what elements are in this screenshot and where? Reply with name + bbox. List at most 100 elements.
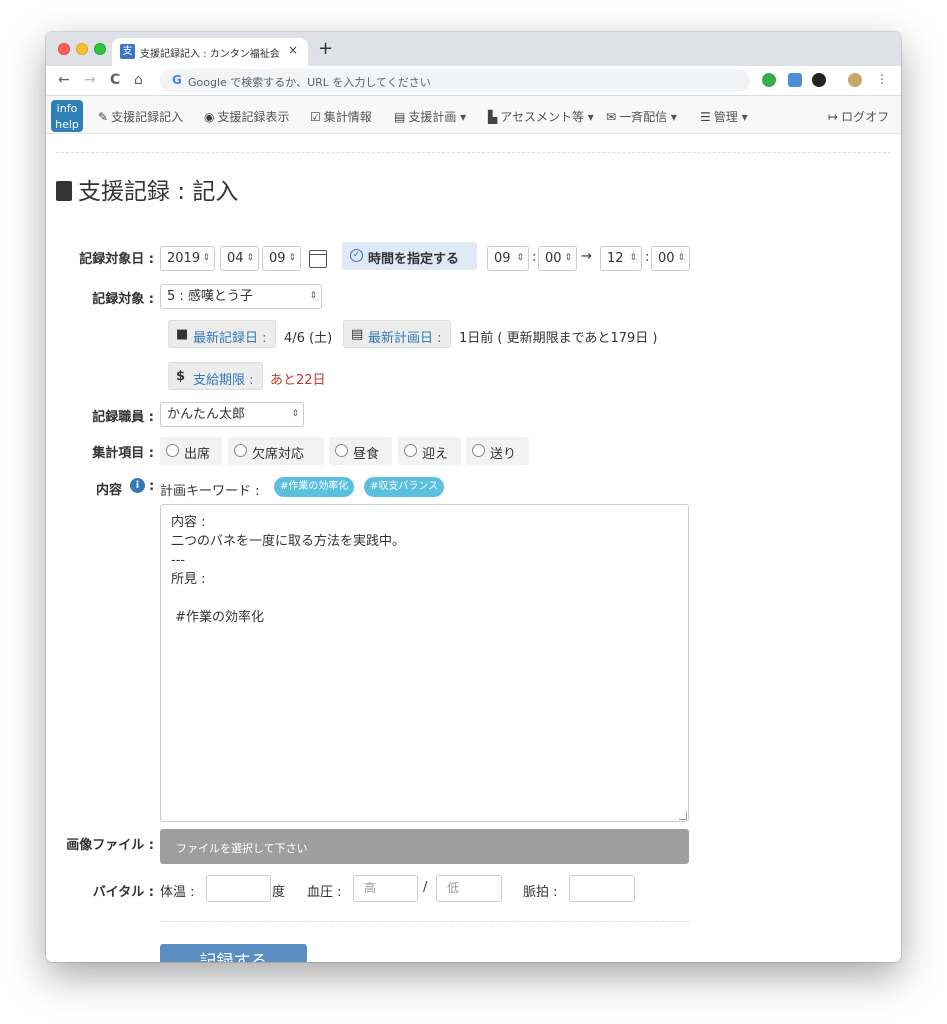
profile-avatar-icon[interactable] <box>848 73 862 87</box>
new-tab-button[interactable]: + <box>318 38 333 59</box>
subject-select[interactable]: 5 : 感嘆とう子 ⇕ <box>160 284 322 309</box>
temperature-input[interactable] <box>206 875 271 902</box>
pulse-label: 脈拍 : <box>523 885 558 900</box>
tally-item-label: 欠席対応 <box>252 447 305 462</box>
browser-toolbar: ← → C ⌂ G Google で検索するか、URL を入力してください ⋮ <box>46 66 901 96</box>
resize-handle-icon[interactable] <box>679 812 687 820</box>
temp-unit: 度 <box>272 885 286 900</box>
nav-support-record-entry[interactable]: ✎ 支援記録記入 <box>98 108 183 125</box>
bp-low-placeholder: 低 <box>447 881 460 895</box>
day-select[interactable]: 09 ⇕ <box>262 246 301 271</box>
select-arrows-icon: ⇕ <box>291 409 299 419</box>
bp-high-placeholder: 高 <box>364 881 377 895</box>
date-label: 記録対象日 : <box>79 252 154 267</box>
info-icon[interactable]: i <box>130 478 145 493</box>
bp-high-input[interactable]: 高 <box>353 875 418 902</box>
pulse-input[interactable] <box>569 875 635 902</box>
pencil-icon: ✎ <box>98 110 109 124</box>
time-colon: : <box>645 250 650 265</box>
dark-extension-icon[interactable] <box>812 73 826 87</box>
latest-record-label: 最新記録日 : <box>193 331 267 346</box>
bp-label: 血圧 : <box>307 885 342 900</box>
browser-window: 支 支援記録記入 : カンタン福祉会 × + ← → C ⌂ G Google … <box>46 32 901 962</box>
day-value: 09 <box>269 251 286 266</box>
minimize-window-button[interactable] <box>76 43 88 55</box>
tally-checkbox-lunch[interactable]: 昼食 <box>329 437 392 465</box>
file-button-label: ファイルを選択して下さい <box>176 842 308 855</box>
year-select[interactable]: 2019 ⇕ <box>160 246 215 271</box>
menu-kebab-icon[interactable]: ⋮ <box>876 72 888 86</box>
divider <box>160 921 689 922</box>
submit-record-button[interactable]: 記録する <box>160 944 307 962</box>
nav-label: ログオフ <box>841 110 890 124</box>
address-placeholder: Google で検索するか、URL を入力してください <box>188 76 431 89</box>
select-arrows-icon: ⇕ <box>516 253 524 263</box>
content-textarea[interactable]: 内容 : 二つのバネを一度に取る方法を実践中。 --- 所見 : #作業の効率化 <box>160 504 689 822</box>
start-hour-value: 09 <box>494 251 511 266</box>
nav-assessment[interactable]: ▙ アセスメント等 ▾ <box>488 108 594 125</box>
time-toggle-label: 時間を指定する <box>368 252 460 267</box>
end-min-value: 00 <box>658 251 675 266</box>
browser-tab[interactable]: 支 支援記録記入 : カンタン福祉会 × <box>112 38 308 66</box>
end-hour-select[interactable]: 12 ⇕ <box>600 246 642 271</box>
nav-tally-info[interactable]: ☑ 集計情報 <box>310 108 372 125</box>
staff-value: かんたん太郎 <box>167 407 246 422</box>
file-select-button[interactable]: ファイルを選択して下さい <box>160 829 689 864</box>
home-icon[interactable]: ⌂ <box>134 72 143 88</box>
forward-arrow-icon[interactable]: → <box>84 72 96 88</box>
keyword-tag[interactable]: #作業の効率化 <box>274 477 355 497</box>
calendar-icon[interactable] <box>309 250 327 268</box>
subject-label: 記録対象 : <box>92 292 154 307</box>
list-alt-icon: ▤ <box>394 110 406 124</box>
staff-select[interactable]: かんたん太郎 ⇕ <box>160 402 304 427</box>
tally-item-label: 迎え <box>422 447 449 462</box>
nav-label: 支援記録表示 <box>217 110 290 124</box>
start-min-value: 00 <box>545 251 562 266</box>
check-square-icon: ☑ <box>310 110 321 124</box>
nav-support-record-view[interactable]: ◉ 支援記録表示 <box>204 108 290 125</box>
nav-broadcast[interactable]: ✉ 一斉配信 ▾ <box>606 108 677 125</box>
nav-label: 管理 ▾ <box>713 110 748 124</box>
start-min-select[interactable]: 00 ⇕ <box>538 246 577 271</box>
time-colon: : <box>532 250 537 265</box>
reload-icon[interactable]: C <box>110 72 120 88</box>
tally-checkbox-attendance[interactable]: 出席 <box>160 437 222 465</box>
nav-label: 支援計画 ▾ <box>408 110 467 124</box>
google-icon: G <box>172 73 182 87</box>
keyword-tag[interactable]: #収支バランス <box>364 477 445 497</box>
supply-limit-value: あと22日 <box>270 373 326 388</box>
tally-checkbox-absence[interactable]: 欠席対応 <box>228 437 324 465</box>
month-select[interactable]: 04 ⇕ <box>220 246 259 271</box>
year-value: 2019 <box>167 251 201 266</box>
nav-logoff[interactable]: ↦ ログオフ <box>828 108 889 125</box>
back-arrow-icon[interactable]: ← <box>58 72 70 88</box>
chart-extension-icon[interactable] <box>788 73 802 87</box>
supply-limit-label: 支給期限 : <box>193 373 254 388</box>
time-specify-toggle[interactable]: ✓ 時間を指定する <box>342 242 477 270</box>
info-help-logo[interactable]: info help <box>51 100 83 132</box>
supply-limit-chip: $ 支給期限 : <box>168 362 263 390</box>
tab-close-icon[interactable]: × <box>288 43 298 57</box>
nav-admin[interactable]: ☰ 管理 ▾ <box>700 108 748 125</box>
menu-list-icon: ☰ <box>700 110 711 124</box>
close-window-button[interactable] <box>58 43 70 55</box>
bp-low-input[interactable]: 低 <box>436 875 502 902</box>
evernote-extension-icon[interactable] <box>762 73 776 87</box>
end-hour-value: 12 <box>607 251 624 266</box>
content-label: 内容 <box>96 483 123 498</box>
checkbox-icon <box>234 444 247 457</box>
tally-checkbox-pickup[interactable]: 迎え <box>398 437 461 465</box>
dollar-icon: $ <box>176 369 186 384</box>
checkbox-icon <box>404 444 417 457</box>
start-hour-select[interactable]: 09 ⇕ <box>487 246 529 271</box>
tally-checkbox-dropoff[interactable]: 送り <box>466 437 529 465</box>
time-arrow: → <box>581 249 592 264</box>
logout-icon: ↦ <box>828 110 839 124</box>
logo-line1: info <box>56 102 78 115</box>
address-bar[interactable]: G Google で検索するか、URL を入力してください <box>160 69 750 92</box>
nav-support-plan[interactable]: ▤ 支援計画 ▾ <box>394 108 466 125</box>
month-value: 04 <box>227 251 244 266</box>
nav-label: 支援記録記入 <box>111 110 184 124</box>
end-min-select[interactable]: 00 ⇕ <box>651 246 690 271</box>
maximize-window-button[interactable] <box>94 43 106 55</box>
